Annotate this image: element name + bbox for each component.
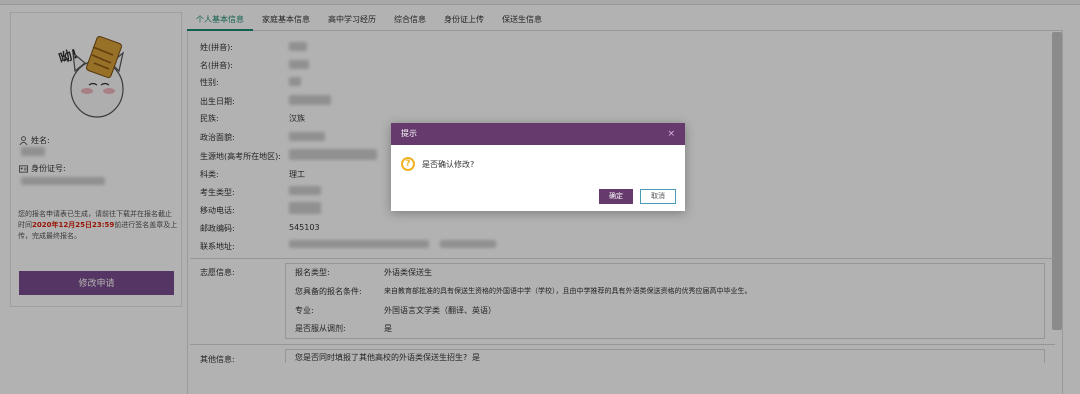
- confirm-dialog: 提示 × ? 是否确认修改? 确定 取消: [391, 123, 685, 211]
- dialog-body: ? 是否确认修改?: [401, 157, 474, 171]
- dialog-message: 是否确认修改?: [422, 159, 475, 169]
- confirm-button[interactable]: 确定: [599, 189, 633, 204]
- close-icon[interactable]: ×: [667, 123, 675, 145]
- dialog-header: 提示 ×: [391, 123, 685, 145]
- question-icon: ?: [401, 157, 415, 171]
- dialog-title: 提示: [401, 129, 417, 138]
- cancel-button[interactable]: 取消: [640, 189, 676, 204]
